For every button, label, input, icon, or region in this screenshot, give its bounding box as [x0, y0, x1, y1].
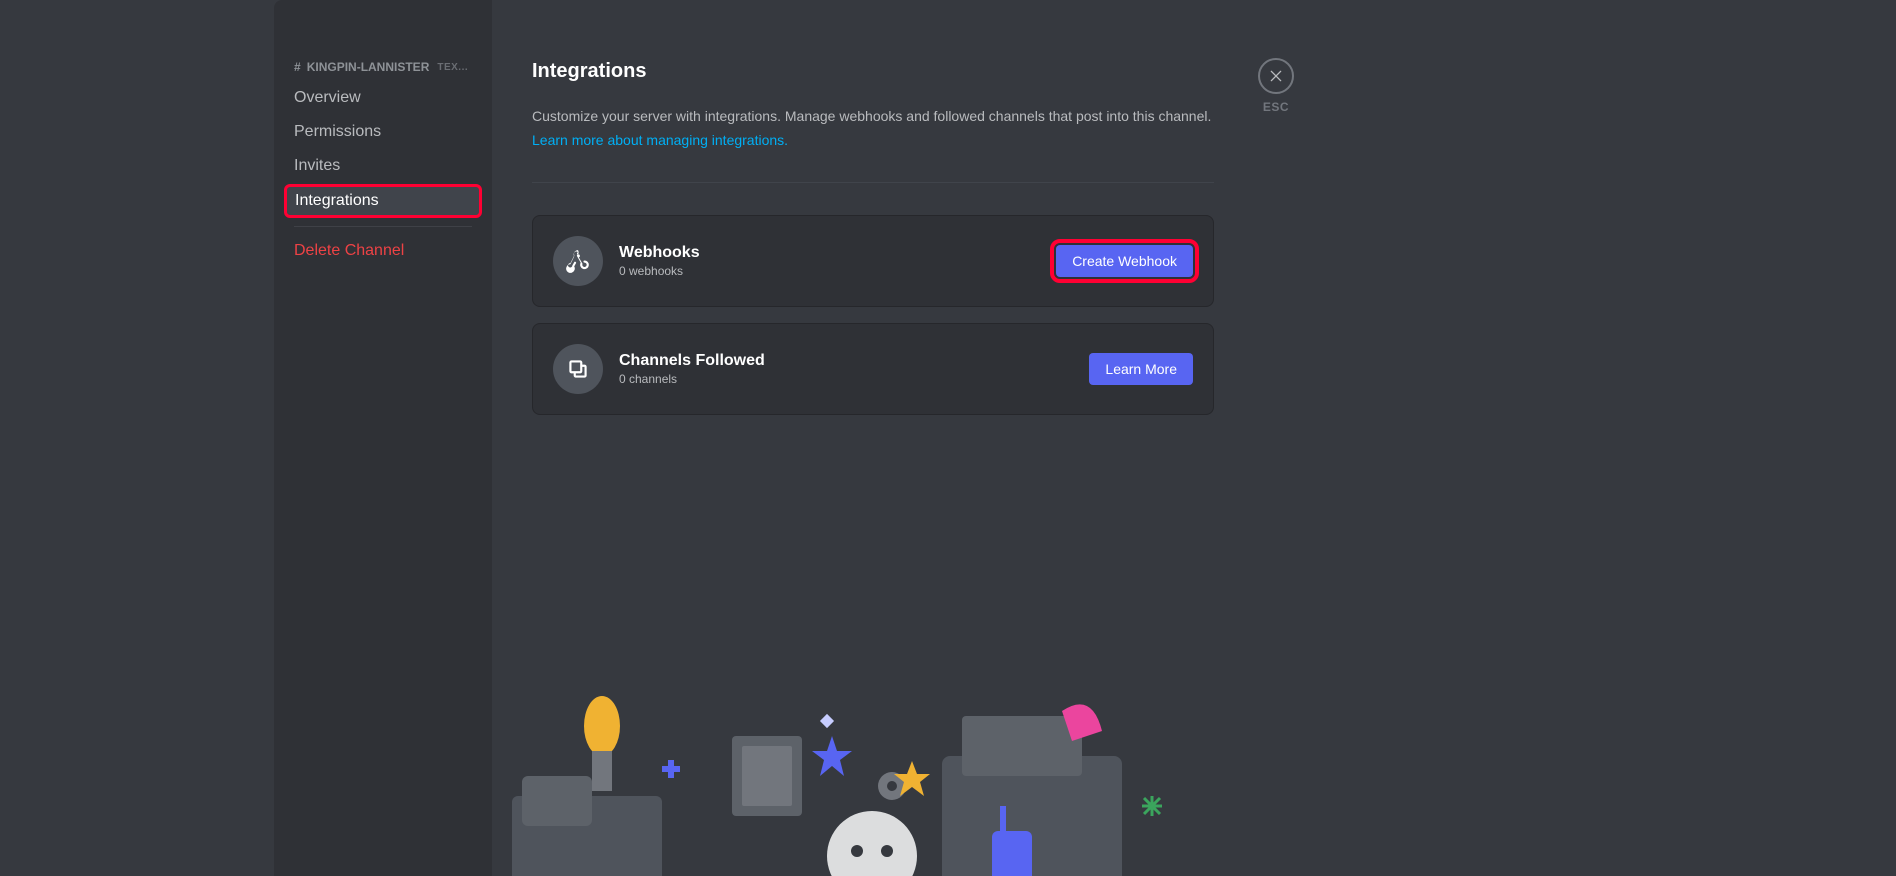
learn-more-button[interactable]: Learn More	[1089, 353, 1193, 385]
content-area: Integrations Customize your server with …	[492, 0, 1896, 876]
app-root: # KINGPIN-LANNISTER TEX... Overview Perm…	[0, 0, 1896, 876]
sidebar-item-invites[interactable]: Invites	[284, 150, 482, 182]
close-label: ESC	[1263, 100, 1289, 114]
sidebar-channel-header: # KINGPIN-LANNISTER TEX...	[284, 60, 482, 82]
hash-icon: #	[294, 60, 301, 74]
sidebar-item-integrations[interactable]: Integrations	[284, 184, 482, 218]
sidebar-item-label: Invites	[294, 156, 340, 176]
channels-followed-icon	[553, 344, 603, 394]
sidebar-item-label: Integrations	[295, 191, 379, 211]
webhook-icon	[553, 236, 603, 286]
webhooks-title: Webhooks	[619, 244, 700, 262]
channel-name: KINGPIN-LANNISTER	[307, 60, 430, 74]
sidebar-item-label: Delete Channel	[294, 241, 404, 261]
left-gutter	[0, 0, 274, 876]
learn-more-link[interactable]: Learn more about managing integrations.	[532, 132, 788, 148]
channels-followed-title: Channels Followed	[619, 352, 765, 370]
integrations-illustration	[492, 656, 1192, 876]
create-webhook-button[interactable]: Create Webhook	[1056, 245, 1193, 277]
sidebar-item-delete-channel[interactable]: Delete Channel	[284, 235, 482, 267]
sidebar-item-overview[interactable]: Overview	[284, 82, 482, 114]
channels-followed-card: Channels Followed 0 channels Learn More	[532, 323, 1214, 415]
settings-sidebar: # KINGPIN-LANNISTER TEX... Overview Perm…	[274, 0, 492, 876]
sidebar-item-permissions[interactable]: Permissions	[284, 116, 482, 148]
webhooks-card: Webhooks 0 webhooks Create Webhook	[532, 215, 1214, 307]
sidebar-item-label: Overview	[294, 88, 361, 108]
sidebar-divider	[294, 226, 472, 227]
page-title: Integrations	[532, 60, 1272, 83]
section-divider	[532, 182, 1214, 183]
channels-followed-count: 0 channels	[619, 372, 765, 386]
close-settings-button[interactable]: ESC	[1258, 58, 1294, 114]
channel-type-suffix: TEX...	[437, 62, 468, 73]
webhooks-count: 0 webhooks	[619, 264, 700, 278]
page-description: Customize your server with integrations.…	[532, 107, 1272, 127]
close-icon	[1258, 58, 1294, 94]
sidebar-item-label: Permissions	[294, 122, 381, 142]
